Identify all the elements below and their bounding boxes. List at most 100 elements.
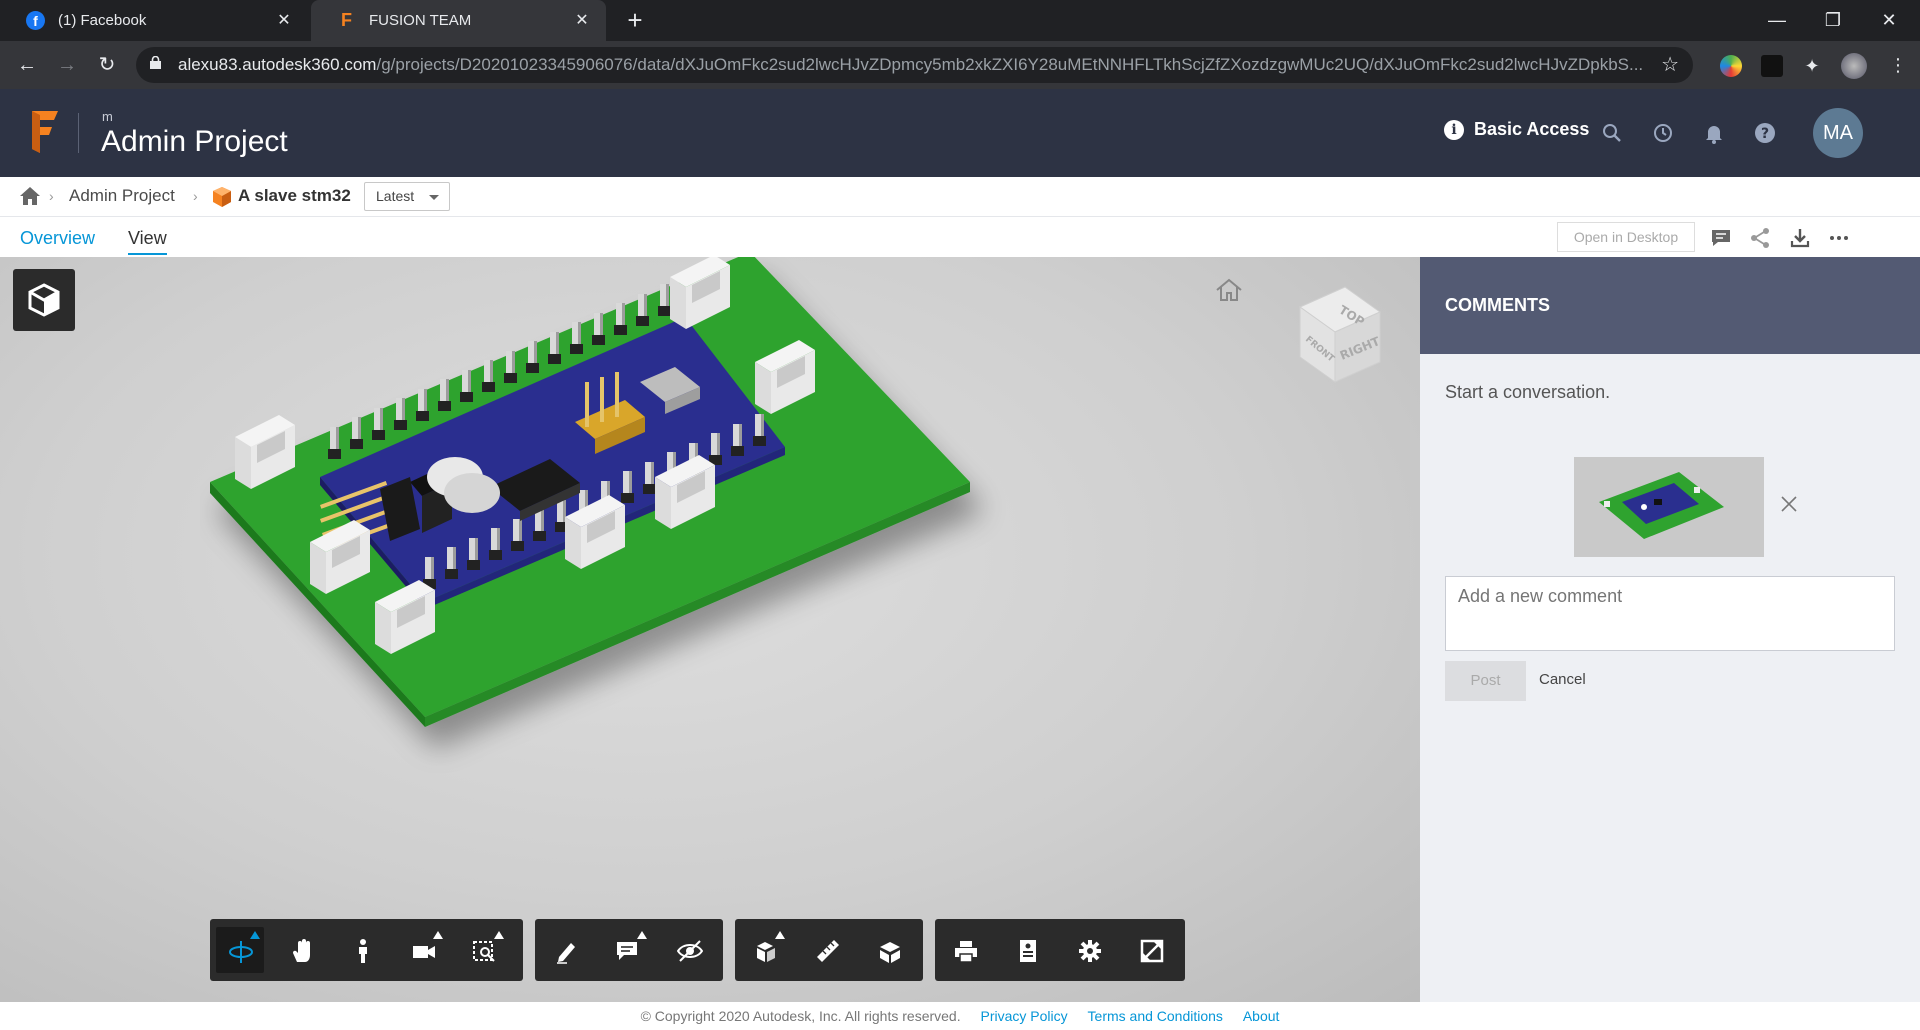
comments-panel: COMMENTS Start a conversation. Post Canc… [1420,257,1920,1002]
fullscreen-button[interactable] [1127,927,1175,973]
browser-tab-fusion[interactable]: F FUSION TEAM ✕ [311,0,606,41]
chevron-right-icon: › [193,188,198,204]
reload-icon[interactable]: ↻ [92,51,122,79]
new-tab-button[interactable]: + [620,6,650,36]
comment-icon[interactable] [1709,226,1733,250]
extension-icon[interactable] [1720,55,1742,77]
comments-title: COMMENTS [1420,257,1920,354]
new-comment-input[interactable] [1445,576,1895,651]
measure-button[interactable] [803,927,851,973]
explode-button[interactable] [741,927,789,973]
puzzle-icon[interactable]: ✦ [1801,55,1823,77]
close-tab-icon[interactable]: ✕ [274,10,294,30]
walk-button[interactable] [338,927,386,973]
flyout-indicator-icon [433,931,443,939]
restore-icon[interactable]: ❐ [1810,6,1856,34]
view-tabs: Overview View Open in Desktop [0,218,1920,257]
remove-snapshot-icon[interactable] [1780,495,1798,513]
comment-icon [617,942,637,960]
pan-button[interactable] [277,927,325,973]
tab-overview[interactable]: Overview [20,228,95,249]
post-button[interactable]: Post [1445,661,1526,701]
home-icon[interactable] [20,187,40,205]
window-close-icon[interactable]: ✕ [1866,6,1912,34]
navigation-toolbar [210,919,523,981]
pcb-thumbnail-image [1599,472,1724,539]
fit-to-view-button[interactable] [460,927,508,973]
basic-access-button[interactable]: i Basic Access [1444,119,1589,140]
viewcube[interactable]: TOP FRONT RIGHT [1280,282,1400,402]
tab-title: (1) Facebook [58,12,147,29]
explode-icon [757,942,775,962]
privacy-policy-link[interactable]: Privacy Policy [981,1008,1068,1024]
start-conversation-text: Start a conversation. [1445,382,1611,402]
properties-button[interactable] [1003,927,1051,973]
view-home-icon[interactable] [1214,277,1244,303]
terms-link[interactable]: Terms and Conditions [1088,1008,1223,1024]
user-avatar[interactable]: MA [1813,108,1863,158]
lock-icon [150,56,161,69]
extension-cube-icon[interactable] [1761,55,1783,77]
camera-button[interactable] [399,927,447,973]
pcb-model[interactable] [200,257,1150,857]
share-icon[interactable] [1748,226,1772,250]
history-icon[interactable] [1651,121,1675,145]
page-footer: © Copyright 2020 Autodesk, Inc. All righ… [0,1002,1920,1030]
tab-title: FUSION TEAM [369,12,472,29]
section-button[interactable] [865,927,913,973]
breadcrumb-project[interactable]: Admin Project [69,186,175,206]
design-file-icon [213,187,231,207]
about-link[interactable]: About [1243,1008,1280,1024]
camera-icon [413,946,435,958]
markup-button[interactable] [541,927,589,973]
markup-icon [557,943,575,964]
back-icon[interactable]: ← [12,51,42,79]
cancel-button[interactable]: Cancel [1539,671,1586,688]
more-options-icon[interactable] [1827,226,1851,250]
gear-icon [1079,940,1101,962]
access-label: Basic Access [1474,119,1590,139]
close-tab-icon[interactable]: ✕ [572,10,592,30]
profile-avatar-icon[interactable] [1841,53,1867,79]
page-title[interactable]: Admin Project [101,125,288,159]
model-toolbar [735,919,923,981]
breadcrumb: › Admin Project › A slave stm32 Latest [0,177,1920,217]
settings-button[interactable] [1065,927,1113,973]
fusion-logo-icon[interactable] [28,111,58,153]
3d-viewer[interactable]: TOP FRONT RIGHT [0,257,1420,1002]
facebook-icon: f [26,11,45,30]
version-label: Latest [376,188,415,204]
forward-icon[interactable]: → [52,51,82,79]
help-icon[interactable]: ? [1753,121,1777,145]
info-icon: i [1444,119,1464,140]
tab-view[interactable]: View [128,228,167,255]
fullscreen-icon [1140,939,1164,963]
address-bar[interactable]: alexu83.autodesk360.com/g/projects/D2020… [136,47,1693,83]
notifications-bell-icon[interactable] [1702,121,1726,145]
minimize-icon[interactable]: — [1754,6,1800,34]
chevron-right-icon: › [49,188,54,204]
orbit-icon [229,941,253,963]
model-browser-button[interactable] [13,269,75,331]
download-icon[interactable] [1788,226,1812,250]
app-header: m Admin Project i Basic Access ? MA [0,89,1920,177]
print-button[interactable] [941,927,989,973]
bookmark-star-icon[interactable]: ☆ [1661,52,1679,77]
version-dropdown[interactable]: Latest [364,182,450,211]
url-path: /g/projects/D20201023345906076/data/dXJu… [376,55,1644,74]
search-icon[interactable] [1600,121,1624,145]
comment-button[interactable] [603,927,651,973]
walk-icon [359,939,367,963]
section-icon [880,942,900,963]
browser-menu-icon[interactable]: ⋮ [1883,51,1913,79]
orbit-button[interactable] [216,927,264,973]
hide-button[interactable] [665,927,713,973]
copyright-text: © Copyright 2020 Autodesk, Inc. All righ… [640,1008,961,1024]
header-divider [78,113,79,153]
url-host: alexu83.autodesk360.com [178,55,377,74]
open-in-desktop-button[interactable]: Open in Desktop [1557,222,1695,252]
chevron-down-icon [429,195,439,200]
url-text: alexu83.autodesk360.com/g/projects/D2020… [178,55,1648,75]
snapshot-thumbnail[interactable] [1574,457,1764,557]
browser-tab-facebook[interactable]: f (1) Facebook ✕ [0,0,308,41]
